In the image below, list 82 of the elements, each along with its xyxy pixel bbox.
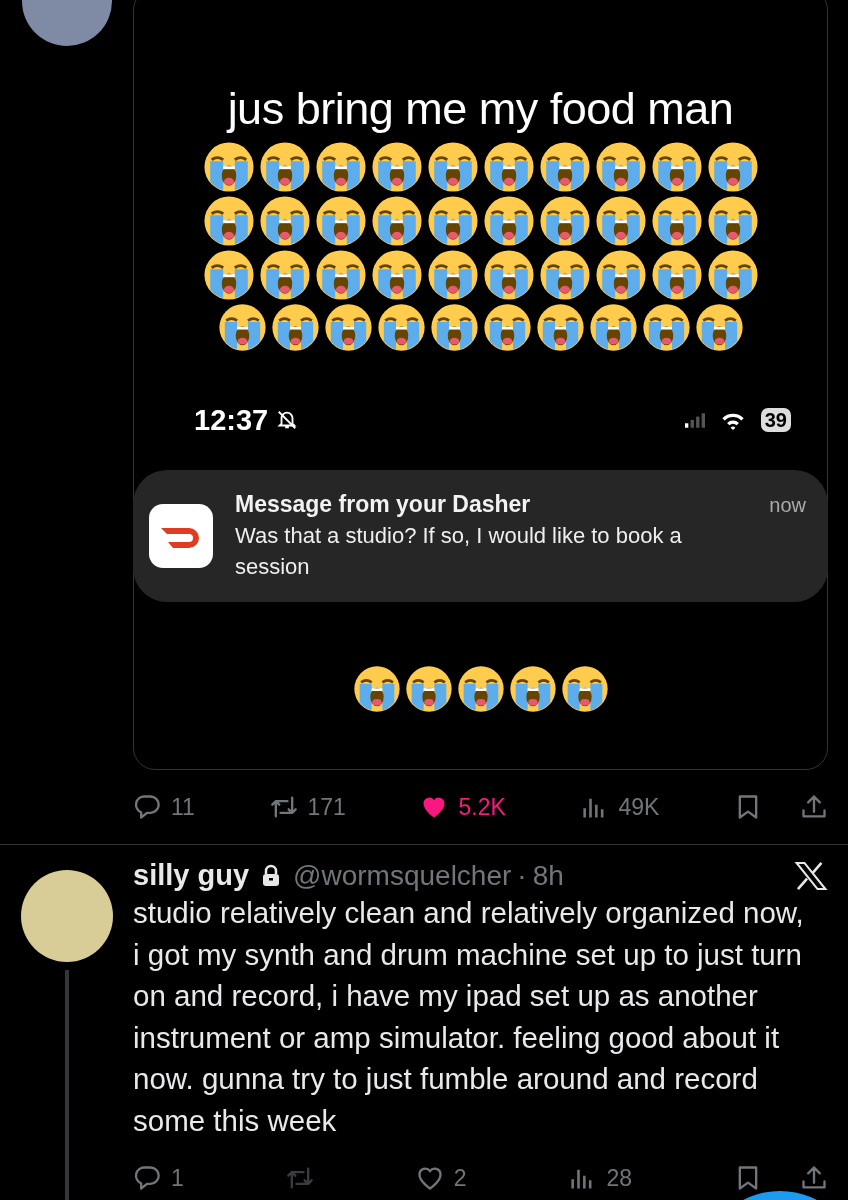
notification-title: Message from your Dasher: [235, 490, 531, 519]
crying-face-icon: [706, 195, 759, 247]
crying-face-icon: [426, 249, 479, 301]
count: 5.2K: [458, 793, 506, 821]
count: 11: [171, 793, 195, 821]
like-icon: [415, 1164, 444, 1192]
crying-face-icon: [270, 303, 320, 352]
crying-face-icon: [641, 303, 691, 352]
crying-face-icon: [482, 195, 535, 247]
muted-bell-icon: [276, 409, 299, 431]
separator: ·: [517, 859, 527, 892]
crying-face-icon: [202, 249, 255, 301]
share-button[interactable]: [800, 1164, 828, 1192]
crying-face-icon: [370, 249, 423, 301]
crying-face-icon: [258, 141, 311, 193]
share-icon: [800, 1164, 828, 1192]
display-name[interactable]: silly guy: [133, 859, 250, 892]
crying-face-icon: [650, 249, 703, 301]
tweet-text: studio relatively clean and relatively organized now, i got my synth and drum machine set up to just turn on and record, i have my ipad set up as another instrument or amp simulator. feeling good about it now. gunna try to just fumble around and record some this week: [133, 895, 805, 1139]
crying-face-icon: [694, 303, 744, 352]
x-logo-icon: [794, 859, 828, 892]
crying-face-icon: [650, 141, 703, 193]
crying-face-icon: [560, 665, 609, 713]
crying-face-icon: [594, 141, 647, 193]
count: 171: [307, 793, 346, 821]
crying-face-icon: [538, 249, 591, 301]
clock-time: 12:37: [194, 403, 269, 437]
handle[interactable]: @wormsquelcher: [293, 859, 512, 892]
crying-face-icon: [706, 249, 759, 301]
count: 1: [171, 1164, 184, 1192]
crying-face-icon: [323, 303, 373, 352]
crying-face-icon: [538, 141, 591, 193]
crying-face-icon: [426, 141, 479, 193]
notification-time: now: [769, 494, 806, 517]
crying-face-icon: [258, 195, 311, 247]
like-button[interactable]: 2: [415, 1164, 467, 1192]
battery: 39: [760, 408, 791, 432]
crying-face-icon: [258, 249, 311, 301]
crying-face-icon: [314, 141, 367, 193]
share-icon: [799, 793, 828, 821]
crying-face-icon: [594, 249, 647, 301]
count: 49K: [618, 793, 660, 821]
crying-face-icon: [314, 195, 367, 247]
crying-face-icon: [508, 665, 557, 713]
views-button[interactable]: 28: [568, 1164, 633, 1192]
count: 28: [606, 1164, 633, 1192]
reply-button[interactable]: 11: [133, 793, 195, 821]
app-icon: [149, 504, 213, 568]
crying-face-icon: [217, 303, 267, 352]
crying-face-icon: [588, 303, 638, 352]
views-button[interactable]: 49K: [580, 793, 660, 821]
timestamp[interactable]: 8h: [532, 859, 564, 892]
crying-face-icon: [314, 249, 367, 301]
crying-face-icon: [650, 195, 703, 247]
reply-button[interactable]: 1: [133, 1164, 184, 1192]
crying-face-icon: [538, 195, 591, 247]
share-button[interactable]: [799, 793, 828, 821]
crying-face-icon: [482, 303, 532, 352]
crying-face-icon: [535, 303, 585, 352]
crying-face-icon: [429, 303, 479, 352]
crying-face-icon: [352, 665, 401, 713]
crying-face-icon: [202, 195, 255, 247]
crying-face-icon: [376, 303, 426, 352]
crying-face-icon: [594, 195, 647, 247]
reply-icon: [133, 793, 161, 821]
caption: jus bring me my food man: [227, 83, 734, 135]
signal-icon: [684, 412, 705, 428]
repost-button[interactable]: 171: [269, 793, 346, 821]
crying-face-icon: [404, 665, 453, 713]
crying-face-icon: [482, 141, 535, 193]
reply-icon: [133, 1164, 161, 1192]
crying-face-icon: [202, 141, 255, 193]
notification-card[interactable]: Message from your Dasher now Was that a studio? If so, I would like to book a session: [133, 470, 828, 602]
count: 2: [453, 1164, 467, 1192]
crying-face-icon: [370, 141, 423, 193]
crying-face-icon: [370, 195, 423, 247]
like-button[interactable]: 5.2K: [420, 793, 506, 821]
crying-face-icon: [426, 195, 479, 247]
crying-face-icon: [482, 249, 535, 301]
crying-face-icon: [706, 141, 759, 193]
notification-text: Was that a studio? If so, I would like to book a session: [235, 522, 683, 581]
crying-face-icon: [456, 665, 505, 713]
